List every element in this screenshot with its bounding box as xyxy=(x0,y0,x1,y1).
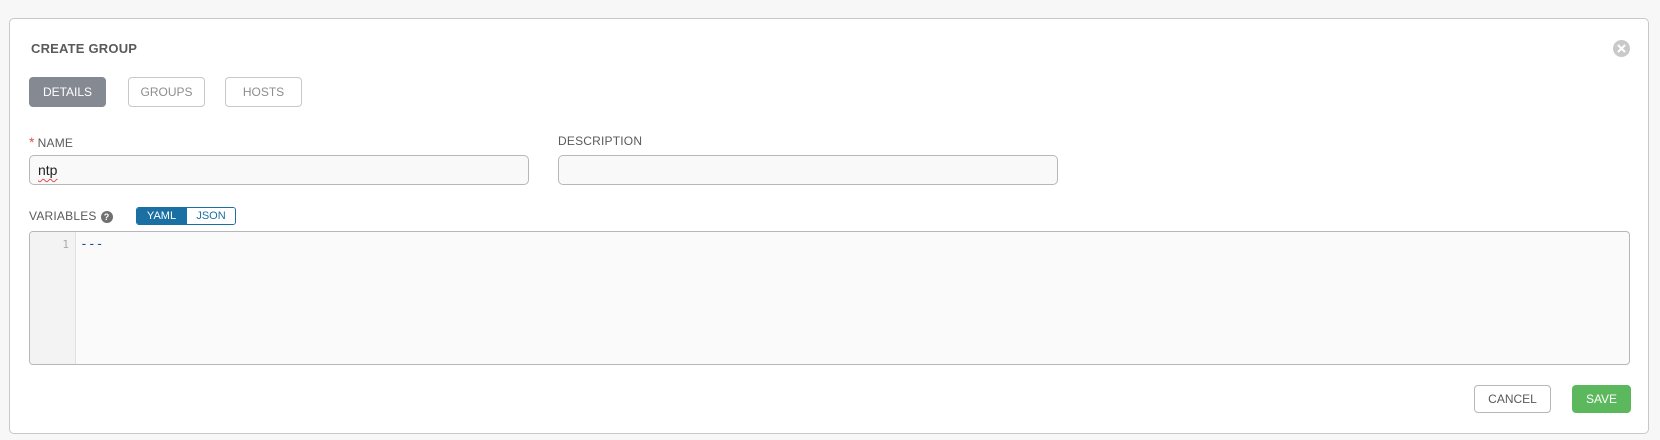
variables-label-text: VARIABLES xyxy=(29,209,97,223)
name-input[interactable]: ntp xyxy=(29,155,529,185)
panel-title: CREATE GROUP xyxy=(31,41,138,56)
description-label: DESCRIPTION xyxy=(558,134,643,148)
yaml-toggle-button[interactable]: YAML xyxy=(137,208,186,224)
tab-hosts[interactable]: HOSTS xyxy=(225,77,302,107)
question-circle-icon[interactable]: ? xyxy=(100,211,113,223)
close-icon[interactable] xyxy=(1613,40,1630,57)
tab-details[interactable]: DETAILS xyxy=(29,77,106,107)
description-input[interactable] xyxy=(558,155,1058,185)
editor-gutter: 1 xyxy=(30,232,76,364)
line-number: 1 xyxy=(62,238,69,251)
name-input-value: ntp xyxy=(38,162,58,178)
json-toggle-button[interactable]: JSON xyxy=(186,208,235,224)
required-marker: * xyxy=(29,134,35,150)
name-label: * NAME xyxy=(29,134,73,150)
format-toggle: YAML JSON xyxy=(136,207,236,225)
cancel-button[interactable]: CANCEL xyxy=(1474,385,1551,413)
code-line: --- xyxy=(80,237,104,252)
name-label-text: NAME xyxy=(37,136,74,150)
tab-groups[interactable]: GROUPS xyxy=(128,77,205,107)
save-button[interactable]: SAVE xyxy=(1572,385,1631,413)
variables-label: VARIABLES? xyxy=(29,209,113,223)
variables-editor[interactable]: 1 --- xyxy=(29,231,1630,365)
create-group-panel: CREATE GROUP DETAILS GROUPS HOSTS * NAME … xyxy=(9,18,1649,434)
